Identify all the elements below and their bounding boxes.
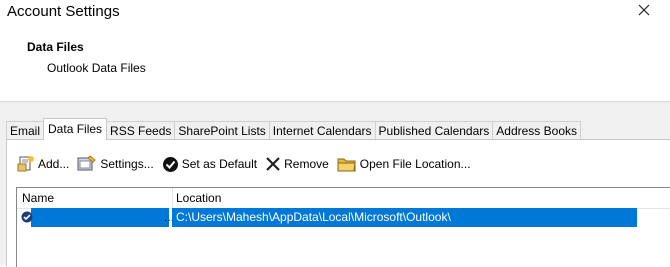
row-name-cell[interactable] xyxy=(31,208,169,227)
column-divider[interactable] xyxy=(172,188,173,208)
window-title: Account Settings xyxy=(7,3,120,20)
settings-label: Settings... xyxy=(100,157,154,171)
add-button[interactable]: Add... xyxy=(17,155,69,173)
add-label: Add... xyxy=(38,157,70,171)
page-title: Data Files xyxy=(27,40,84,54)
set-default-label: Set as Default xyxy=(181,157,258,171)
default-check-icon xyxy=(21,211,33,223)
settings-icon xyxy=(77,155,97,171)
header-area: Data Files Outlook Data Files xyxy=(0,28,670,100)
tab-published-calendars[interactable]: Published Calendars xyxy=(374,121,494,140)
column-header-name[interactable]: Name xyxy=(22,191,54,205)
list-header: Name Location xyxy=(17,188,670,209)
folder-icon xyxy=(337,158,356,171)
tab-sharepoint-lists[interactable]: SharePoint Lists xyxy=(174,121,270,140)
open-file-location-button[interactable]: Open File Location... xyxy=(337,156,471,173)
toolbar: Add... Settings... Set as Default Remove… xyxy=(17,154,479,174)
remove-label: Remove xyxy=(284,157,329,171)
data-files-list[interactable]: Name Location ... C:\Users\Mahesh\AppDat… xyxy=(16,187,670,267)
tab-data-files[interactable]: Data Files xyxy=(43,118,108,140)
tab-rss-feeds[interactable]: RSS Feeds xyxy=(106,121,176,140)
tab-email[interactable]: Email xyxy=(6,121,45,140)
open-file-location-label: Open File Location... xyxy=(359,157,471,171)
column-header-location[interactable]: Location xyxy=(176,191,221,205)
remove-button[interactable]: Remove xyxy=(265,156,329,172)
settings-button[interactable]: Settings... xyxy=(77,155,154,173)
add-file-icon xyxy=(17,156,34,172)
tab-content: Add... Settings... Set as Default Remove… xyxy=(6,139,670,267)
tab-address-books[interactable]: Address Books xyxy=(492,121,581,140)
checkmark-circle-icon xyxy=(162,156,178,172)
row-location-cell[interactable]: C:\Users\Mahesh\AppData\Local\Microsoft\… xyxy=(172,208,637,227)
tab-internet-calendars[interactable]: Internet Calendars xyxy=(268,121,376,140)
remove-x-icon xyxy=(266,157,280,171)
close-icon[interactable] xyxy=(636,2,652,18)
tab-strip: Email Data Files RSS Feeds SharePoint Li… xyxy=(6,118,581,140)
set-default-button[interactable]: Set as Default xyxy=(162,156,257,173)
row-location-text: C:\Users\Mahesh\AppData\Local\Microsoft\… xyxy=(176,210,451,224)
page-subtitle: Outlook Data Files xyxy=(47,61,146,75)
body-panel: Email Data Files RSS Feeds SharePoint Li… xyxy=(0,101,670,267)
title-bar: Account Settings xyxy=(0,0,670,28)
table-row[interactable]: ... C:\Users\Mahesh\AppData\Local\Micros… xyxy=(17,208,637,227)
